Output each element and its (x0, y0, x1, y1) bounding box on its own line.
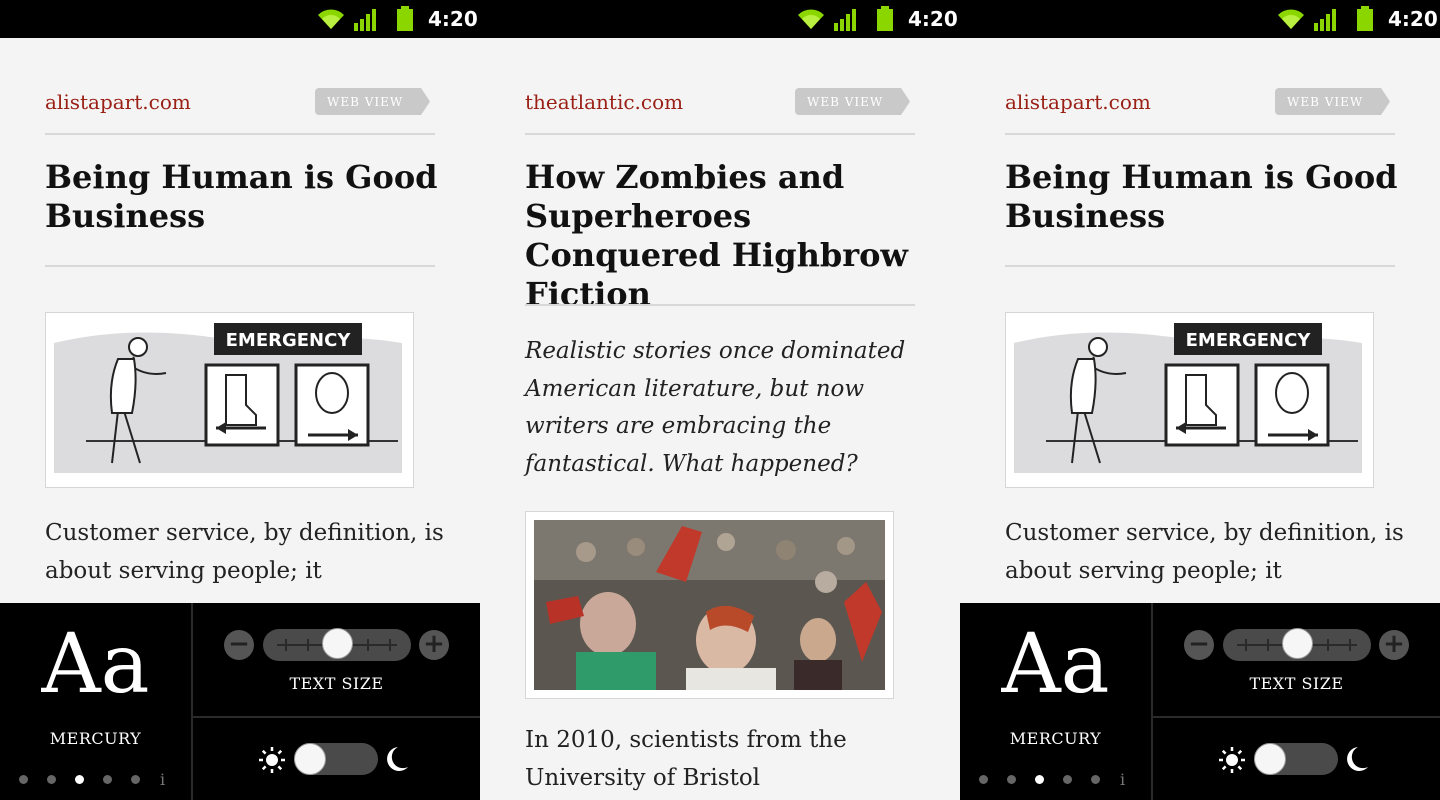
status-time: 4:20 (428, 7, 478, 31)
panel-divider (193, 716, 480, 718)
slider-tick (1267, 639, 1269, 651)
source-domain-link[interactable]: alistapart.com (1005, 88, 1151, 116)
night-mode-toggle-handle[interactable] (294, 743, 326, 775)
divider (1005, 265, 1395, 267)
night-mode-toggle-handle[interactable] (1254, 743, 1286, 775)
article-body: Customer service, by definition, is abou… (45, 520, 444, 584)
battery-icon (397, 6, 413, 31)
increase-text-size-button[interactable]: + (1379, 630, 1409, 660)
font-page-indicator: i (979, 770, 1139, 789)
divider (1005, 133, 1395, 135)
text-size-slider-handle[interactable] (1282, 628, 1313, 659)
divider (45, 133, 435, 135)
text-size-label: TEXT SIZE (289, 674, 384, 693)
page-dot (103, 775, 112, 784)
font-page-indicator: i (19, 770, 179, 789)
slider-tick (285, 639, 287, 651)
font-sample-button[interactable]: Aa (0, 622, 191, 708)
screen-3: 4:20 alistapart.com WEB VIEW Being Human… (960, 0, 1440, 800)
signal-icon (834, 9, 856, 31)
source-domain-link[interactable]: theatlantic.com (525, 88, 683, 116)
moon-icon (387, 747, 408, 771)
web-view-button[interactable]: WEB VIEW (795, 88, 910, 115)
info-icon[interactable]: i (160, 770, 165, 789)
slider-tick (1245, 639, 1247, 651)
screen-2: 4:20 theatlantic.com WEB VIEW How Zombie… (480, 0, 960, 800)
web-view-label: WEB VIEW (807, 95, 884, 109)
emergency-illustration: EMERGENCY (46, 313, 413, 487)
divider (525, 133, 915, 135)
status-bar: 4:20 (480, 0, 960, 38)
increase-text-size-button[interactable]: + (419, 630, 449, 660)
battery-icon (1357, 6, 1373, 31)
article-title: How Zombies and Superheroes Conquered Hi… (525, 158, 908, 313)
source-domain-link[interactable]: alistapart.com (45, 88, 191, 116)
wifi-icon (798, 9, 824, 29)
signal-icon (1314, 9, 1336, 31)
page-dot (47, 775, 56, 784)
panel-divider (1151, 603, 1153, 800)
divider (525, 304, 915, 306)
slider-tick (307, 639, 309, 651)
page-dot-active (75, 775, 84, 784)
page-dot (1091, 775, 1100, 784)
battery-icon (877, 6, 893, 31)
emergency-sign-text: EMERGENCY (226, 330, 352, 351)
decrease-text-size-button[interactable]: − (224, 630, 254, 660)
web-view-button[interactable]: WEB VIEW (315, 88, 430, 115)
info-icon[interactable]: i (1120, 770, 1125, 789)
signal-icon (354, 9, 376, 31)
web-view-label: WEB VIEW (1287, 95, 1364, 109)
article-dek: Realistic stories once dominated America… (525, 338, 906, 477)
page-dot (131, 775, 140, 784)
slider-tick (1327, 639, 1329, 651)
text-size-label: TEXT SIZE (1249, 674, 1344, 693)
article-title: Being Human is Good Business (45, 158, 438, 235)
wifi-icon (318, 9, 344, 29)
page-dot (1007, 775, 1016, 784)
web-view-button[interactable]: WEB VIEW (1275, 88, 1390, 115)
page-dot (19, 775, 28, 784)
article-image: EMERGENCY (1005, 312, 1374, 488)
moon-icon (1347, 747, 1368, 771)
text-size-slider-handle[interactable] (322, 628, 353, 659)
decrease-text-size-button[interactable]: − (1184, 630, 1214, 660)
slider-tick (389, 639, 391, 651)
divider (45, 265, 435, 267)
web-view-label: WEB VIEW (327, 95, 404, 109)
article-body: In 2010, scientists from the University … (525, 727, 847, 791)
emergency-sign-text: EMERGENCY (1186, 330, 1312, 351)
page-dot (1063, 775, 1072, 784)
slider-tick (367, 639, 369, 651)
page-dot-active (1035, 775, 1044, 784)
article-body: Customer service, by definition, is abou… (1005, 520, 1404, 584)
font-sample-button[interactable]: Aa (960, 622, 1151, 708)
font-name: MERCURY (49, 729, 142, 748)
article-image: EMERGENCY (45, 312, 414, 488)
panel-divider (191, 603, 193, 800)
panel-divider (1153, 716, 1440, 718)
status-bar: 4:20 (960, 0, 1440, 38)
font-name: MERCURY (1009, 729, 1102, 748)
wifi-icon (1278, 9, 1304, 29)
article-title: Being Human is Good Business (1005, 158, 1398, 235)
emergency-illustration: EMERGENCY (1006, 313, 1373, 487)
page-dot (979, 775, 988, 784)
article-image (525, 511, 894, 699)
sun-icon (259, 747, 285, 773)
sun-icon (1219, 747, 1245, 773)
slider-tick (1349, 639, 1351, 651)
screen-1: 4:20 alistapart.com WEB VIEW Being Human… (0, 0, 480, 800)
status-bar: 4:20 (0, 0, 480, 38)
zombie-crowd-photo (526, 512, 893, 698)
status-time: 4:20 (908, 7, 958, 31)
status-time: 4:20 (1388, 7, 1438, 31)
